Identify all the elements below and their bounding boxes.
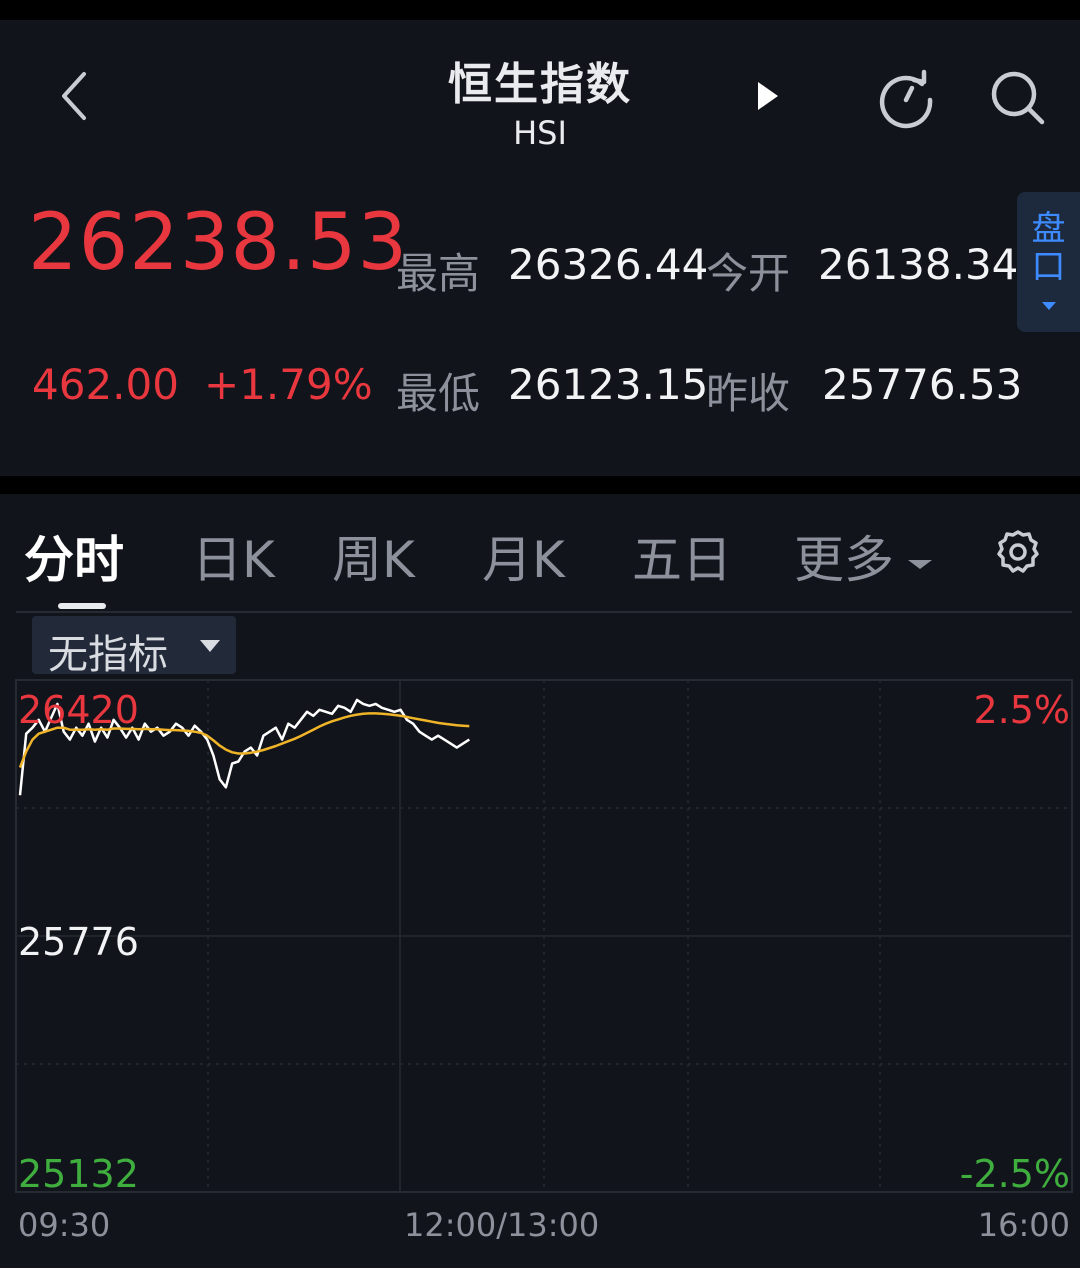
change-percent: +1.79% xyxy=(204,360,373,409)
pankou-label-2: 口 xyxy=(1031,247,1066,287)
refresh-icon xyxy=(879,69,933,129)
last-price: 26238.53 xyxy=(28,198,409,288)
tab-monthly-k[interactable]: 月K xyxy=(482,520,565,592)
chart-settings-button[interactable] xyxy=(994,528,1042,576)
page-subtitle: HSI xyxy=(513,114,567,152)
x-axis-label-close: 16:00 xyxy=(977,1206,1070,1244)
section-divider xyxy=(0,476,1080,494)
pct-axis-bottom-label: -2.5% xyxy=(959,1152,1070,1196)
y-axis-top-label: 26420 xyxy=(18,688,139,732)
tab-daily-k[interactable]: 日K xyxy=(192,520,275,592)
prev-close-label: 昨收 xyxy=(706,369,791,418)
intraday-chart[interactable] xyxy=(0,600,1080,1268)
refresh-button[interactable] xyxy=(874,66,938,130)
back-button[interactable] xyxy=(48,66,102,126)
tab-weekly-k[interactable]: 周K xyxy=(332,520,415,592)
tab-more-label: 更多 xyxy=(794,531,894,589)
low-label: 最低 xyxy=(396,369,481,418)
chevron-down-icon xyxy=(907,559,932,569)
order-book-toggle[interactable]: 盘 口 xyxy=(1017,192,1080,332)
search-icon xyxy=(991,71,1045,125)
y-axis-mid-label: 25776 xyxy=(18,920,139,964)
chart-grid xyxy=(15,611,1073,1193)
x-axis-label-open: 09:30 xyxy=(18,1206,111,1244)
x-axis-label-midday: 12:00/13:00 xyxy=(404,1206,600,1244)
status-bar-strip xyxy=(0,0,1080,20)
prev-close-value: 25776.53 xyxy=(822,360,1023,409)
settings-icon xyxy=(997,530,1039,573)
pankou-label-1: 盘 xyxy=(1031,209,1066,249)
play-icon xyxy=(758,82,778,110)
tab-more[interactable]: 更多 xyxy=(794,520,934,592)
open-value: 26138.34 xyxy=(818,240,1019,289)
high-label: 最高 xyxy=(396,249,481,298)
open-label: 今开 xyxy=(706,249,791,298)
tab-intraday[interactable]: 分时 xyxy=(24,520,124,592)
pct-axis-top-label: 2.5% xyxy=(973,688,1070,732)
low-value: 26123.15 xyxy=(508,360,709,409)
high-value: 26326.44 xyxy=(508,240,709,289)
back-icon xyxy=(62,72,86,120)
page-title: 恒生指数 xyxy=(448,59,632,110)
next-security-button[interactable] xyxy=(746,76,786,116)
change-value: 462.00 xyxy=(32,360,179,409)
search-button[interactable] xyxy=(986,66,1050,130)
chevron-down-icon xyxy=(1042,302,1056,310)
y-axis-bottom-label: 25132 xyxy=(18,1152,139,1196)
tab-five-day[interactable]: 五日 xyxy=(632,520,732,592)
